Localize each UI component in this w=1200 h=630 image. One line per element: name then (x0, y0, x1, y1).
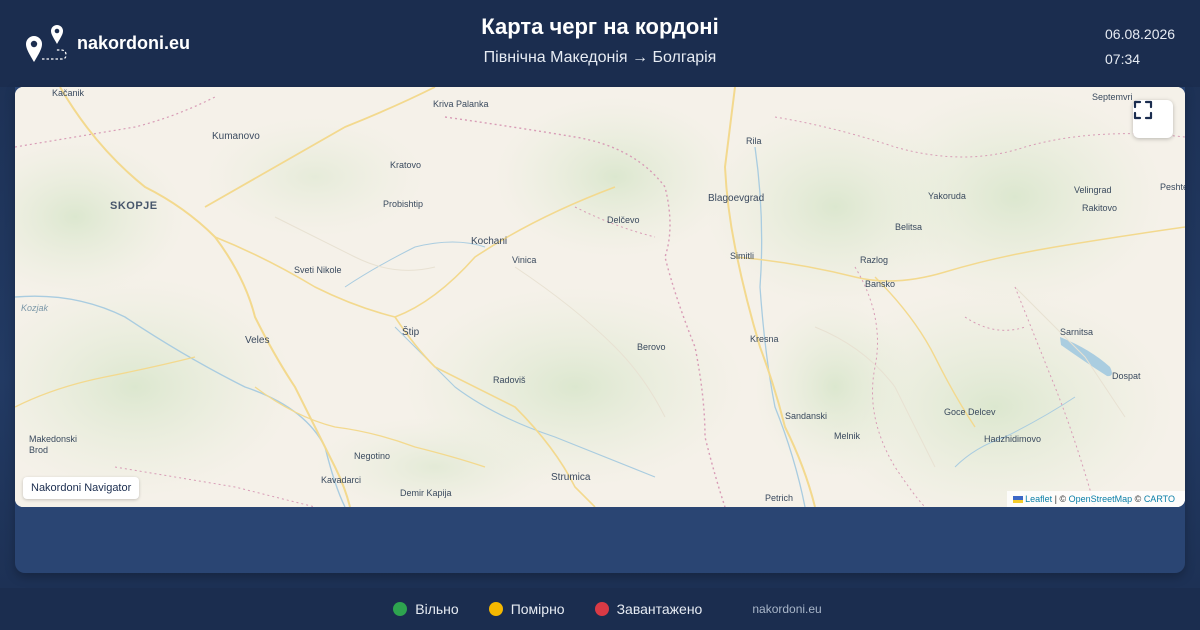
map-tiles[interactable] (15, 87, 1185, 507)
map-label-razlog: Razlog (860, 255, 889, 265)
map-label-belitsa: Belitsa (895, 222, 923, 232)
map-label-rakitovo: Rakitovo (1082, 203, 1118, 213)
header: nakordoni.eu Карта черг на кордоні Півні… (0, 0, 1200, 87)
legend-dot-free (393, 602, 408, 616)
map-label-radovis: Radoviš (493, 375, 526, 385)
map-label-sveti-nikole: Sveti Nikole (294, 265, 342, 275)
legend-item-moderate: Помірно (488, 601, 565, 617)
legend-dot-busy (594, 602, 609, 616)
carto-link[interactable]: CARTO (1144, 494, 1175, 504)
footer-legend: Вільно Помірно Завантажено nakordoni.eu (0, 588, 1200, 630)
map-label-probishtip: Probishtip (383, 199, 424, 209)
map-label-sandanski: Sandanski (785, 411, 828, 421)
map-label-kavadarci: Kavadarci (321, 475, 362, 485)
map-label-velingrad: Velingrad (1074, 185, 1112, 195)
map-label-stip: Štip (402, 327, 420, 338)
datetime: 06.08.2026 07:34 (1105, 22, 1175, 72)
navigator-badge[interactable]: Nakordoni Navigator (23, 477, 140, 499)
attribution-separator-2: © (1132, 494, 1144, 504)
map-label-goce-delcev: Goce Delcev (944, 407, 996, 417)
map-label-negotino: Negotino (354, 451, 391, 461)
map-label-kresna: Kresna (750, 334, 779, 344)
route-subtitle: Північна Македонія → Болгарія (483, 49, 717, 66)
map-label-kochani: Kochani (471, 236, 508, 247)
fullscreen-button[interactable] (1133, 100, 1173, 138)
map-label-veles: Veles (245, 335, 270, 346)
map-label-septemvri: Septemvri (1092, 92, 1133, 102)
map-label-berovo: Berovo (637, 342, 666, 352)
map-view[interactable]: Kačanik Kriva Palanka Septemvri Kumanovo… (15, 87, 1185, 507)
legend-label-free: Вільно (415, 601, 459, 617)
legend-item-busy: Завантажено (594, 601, 703, 617)
map-label-dospat: Dospat (1112, 371, 1141, 381)
time-text: 07:34 (1105, 51, 1141, 67)
map-label-blagoevgrad: Blagoevgrad (708, 193, 765, 204)
leaflet-link[interactable]: Leaflet (1025, 494, 1052, 504)
ukraine-flag-icon (1013, 496, 1024, 503)
map-label-melnik: Melnik (834, 431, 861, 441)
date-text: 06.08.2026 (1105, 26, 1176, 42)
legend-label-busy: Завантажено (616, 601, 703, 617)
map-label-yakoruda: Yakoruda (928, 191, 966, 201)
openstreetmap-link[interactable]: OpenStreetMap (1069, 494, 1133, 504)
map-label-hadzhidimovo: Hadzhidimovo (984, 434, 1042, 444)
map-label-kumanovo: Kumanovo (212, 131, 260, 142)
map-label-sarnitsa: Sarnitsa (1060, 327, 1094, 337)
map-label-delcevo: Delčevo (607, 215, 640, 225)
legend-label-moderate: Помірно (510, 601, 565, 617)
footer-site[interactable]: nakordoni.eu (752, 602, 821, 616)
map-label-petrich: Petrich (765, 493, 794, 503)
map-label-kratovo: Kratovo (390, 160, 422, 170)
map-label-strumica: Strumica (551, 472, 591, 483)
map-label-skopje: SKOPJE (110, 200, 158, 212)
map-label-makedonski-brod: Makedonski Brod (29, 434, 78, 455)
map-label-demir-kapija: Demir Kapija (400, 488, 452, 498)
map-label-kozjak: Kozjak (21, 303, 49, 313)
map-label-rila: Rila (746, 136, 762, 146)
legend-dot-moderate (488, 602, 503, 616)
map-label-bansko: Bansko (865, 279, 896, 289)
map-label-vinica: Vinica (512, 255, 537, 265)
map-label-kacanik: Kačanik (52, 88, 85, 98)
title-block: Карта черг на кордоні Північна Македонія… (0, 14, 1200, 67)
map-attribution: Leaflet | © OpenStreetMap © CARTO (1007, 491, 1185, 507)
map-label-kriva-palanka: Kriva Palanka (433, 99, 489, 109)
page-title: Карта черг на кордоні (481, 14, 719, 39)
legend-item-free: Вільно (393, 601, 459, 617)
map-label-simitli: Simitli (730, 251, 754, 261)
map-label-peshtera: Peshtera (1160, 182, 1185, 192)
fullscreen-icon (1133, 100, 1153, 120)
attribution-separator-1: | © (1052, 494, 1069, 504)
